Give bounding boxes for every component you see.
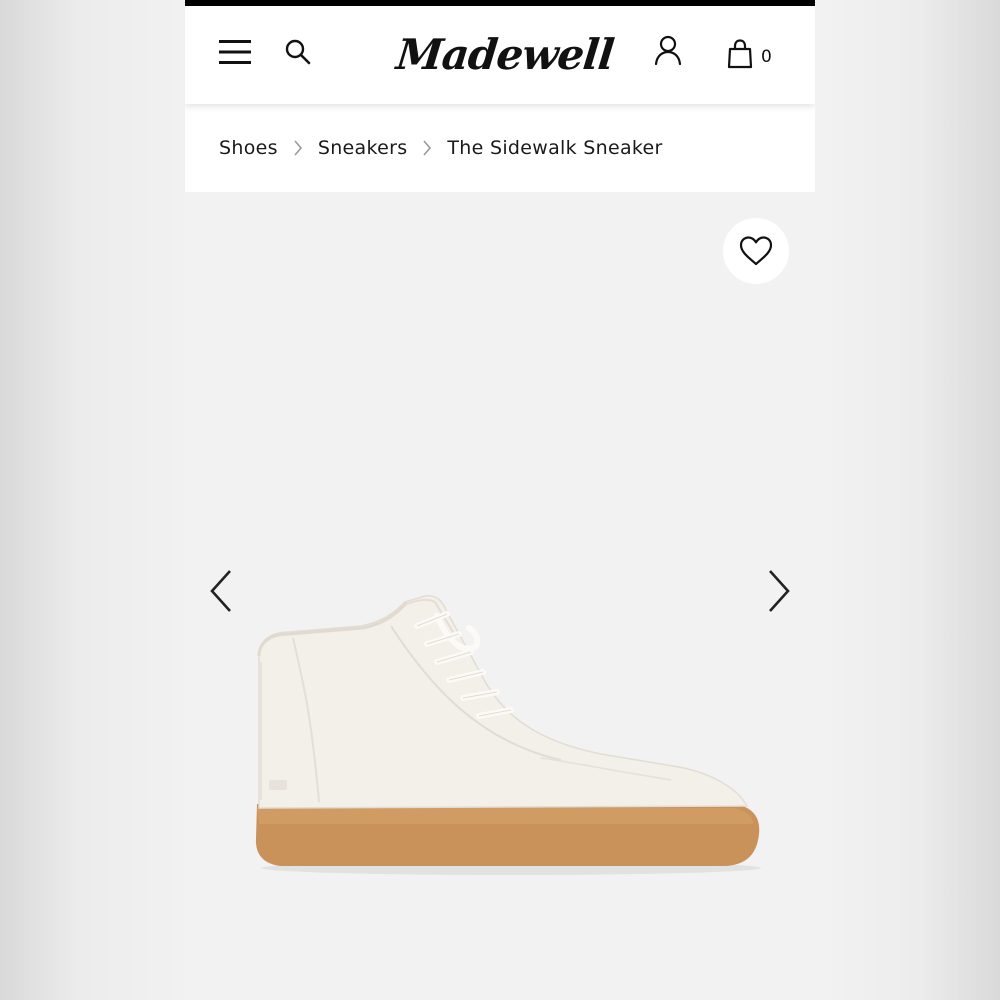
account-button[interactable] — [651, 30, 685, 70]
breadcrumb-shoes[interactable]: Shoes — [219, 137, 278, 159]
breadcrumb-sneakers[interactable]: Sneakers — [318, 137, 408, 159]
chevron-right-icon — [294, 140, 302, 156]
previous-image-button[interactable] — [201, 566, 241, 616]
menu-button[interactable] — [215, 32, 255, 72]
bag-count: 0 — [761, 47, 772, 67]
user-icon — [654, 35, 682, 66]
search-icon — [285, 39, 311, 65]
favorite-button[interactable] — [723, 218, 789, 284]
breadcrumb-current-product[interactable]: The Sidewalk Sneaker — [447, 137, 662, 159]
search-button[interactable] — [281, 32, 315, 72]
product-image-gallery[interactable] — [185, 192, 815, 1000]
breadcrumb-separator — [278, 139, 318, 157]
product-image — [255, 594, 761, 875]
breadcrumb: Shoes Sneakers The Sidewalk Sneaker — [185, 104, 815, 192]
chevron-right-icon — [423, 140, 432, 156]
shopping-bag-button[interactable]: 0 — [727, 34, 787, 74]
bag-icon — [727, 39, 753, 69]
site-header: Madewell 0 — [185, 6, 815, 104]
breadcrumb-separator — [407, 139, 447, 157]
brand-logo[interactable]: Madewell — [392, 22, 619, 86]
heart-icon — [739, 236, 773, 266]
mobile-viewport: Madewell 0 Shoes Sneakers The Sidewalk S… — [185, 0, 815, 1000]
menu-icon — [219, 40, 251, 64]
chevron-left-icon — [210, 570, 231, 612]
